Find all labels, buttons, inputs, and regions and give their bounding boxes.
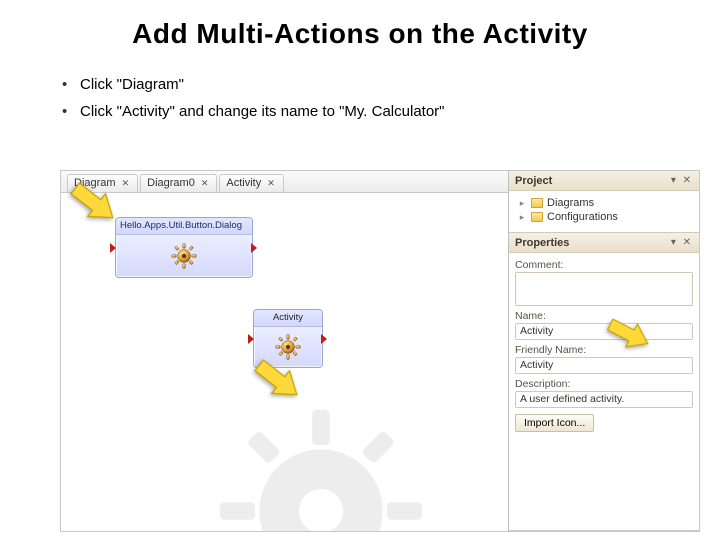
instruction-item: Click "Diagram": [62, 76, 720, 93]
friendly-name-field[interactable]: Activity: [515, 357, 693, 374]
name-label: Name:: [515, 310, 693, 322]
gear-icon: [171, 243, 197, 269]
diagram-editor: Diagram ✕ Diagram0 ✕ Activity ✕: [61, 171, 509, 531]
panel-controls-icon[interactable]: ▾ ✕: [671, 237, 693, 248]
instruction-item: Click "Activity" and change its name to …: [62, 103, 720, 120]
gear-icon: [275, 334, 301, 360]
project-panel: Project ▾ ✕ ▸ Diagrams ▸ Configurations: [509, 171, 699, 233]
comment-label: Comment:: [515, 259, 693, 271]
instruction-list: Click "Diagram" Click "Activity" and cha…: [0, 58, 720, 144]
panel-title: Project: [515, 175, 552, 187]
tree-item-configurations[interactable]: ▸ Configurations: [517, 210, 693, 224]
expand-icon[interactable]: ▸: [517, 198, 527, 209]
description-label: Description:: [515, 378, 693, 390]
side-panels: Project ▾ ✕ ▸ Diagrams ▸ Configurations …: [509, 171, 699, 531]
panel-header[interactable]: Project ▾ ✕: [509, 171, 699, 191]
node-title: Hello.Apps.Util.Button.Dialog: [116, 218, 252, 235]
description-field[interactable]: A user defined activity.: [515, 391, 693, 408]
tab-label: Diagram0: [147, 177, 195, 189]
tab-diagram0[interactable]: Diagram0 ✕: [140, 174, 217, 192]
project-tree[interactable]: ▸ Diagrams ▸ Configurations: [509, 191, 699, 232]
import-icon-button[interactable]: Import Icon...: [515, 414, 594, 432]
properties-body: Comment: Name: Activity Friendly Name: A…: [509, 253, 699, 530]
tab-activity[interactable]: Activity ✕: [219, 174, 283, 192]
tree-item-label: Diagrams: [547, 197, 594, 209]
close-icon[interactable]: ✕: [199, 178, 211, 189]
app-screenshot: Diagram ✕ Diagram0 ✕ Activity ✕: [60, 170, 700, 532]
friendly-name-label: Friendly Name:: [515, 344, 693, 356]
close-icon[interactable]: ✕: [265, 178, 277, 189]
dialog-node[interactable]: Hello.Apps.Util.Button.Dialog: [115, 217, 253, 278]
diagram-canvas[interactable]: Hello.Apps.Util.Button.Dialog: [61, 193, 508, 531]
comment-field[interactable]: [515, 272, 693, 306]
folder-icon: [531, 198, 543, 208]
watermark-gear-icon: [211, 401, 431, 531]
close-icon[interactable]: ✕: [120, 178, 132, 189]
slide-title: Add Multi-Actions on the Activity: [0, 0, 720, 58]
properties-panel: Properties ▾ ✕ Comment: Name: Activity F…: [509, 233, 699, 531]
panel-header[interactable]: Properties ▾ ✕: [509, 233, 699, 253]
tree-item-diagrams[interactable]: ▸ Diagrams: [517, 196, 693, 210]
panel-title: Properties: [515, 237, 569, 249]
node-title: Activity: [254, 310, 322, 327]
tab-label: Activity: [226, 177, 261, 189]
panel-controls-icon[interactable]: ▾ ✕: [671, 175, 693, 186]
tree-item-label: Configurations: [547, 211, 618, 223]
editor-tabstrip: Diagram ✕ Diagram0 ✕ Activity ✕: [61, 171, 508, 193]
expand-icon[interactable]: ▸: [517, 212, 527, 223]
node-body: [116, 235, 252, 277]
folder-icon: [531, 212, 543, 222]
